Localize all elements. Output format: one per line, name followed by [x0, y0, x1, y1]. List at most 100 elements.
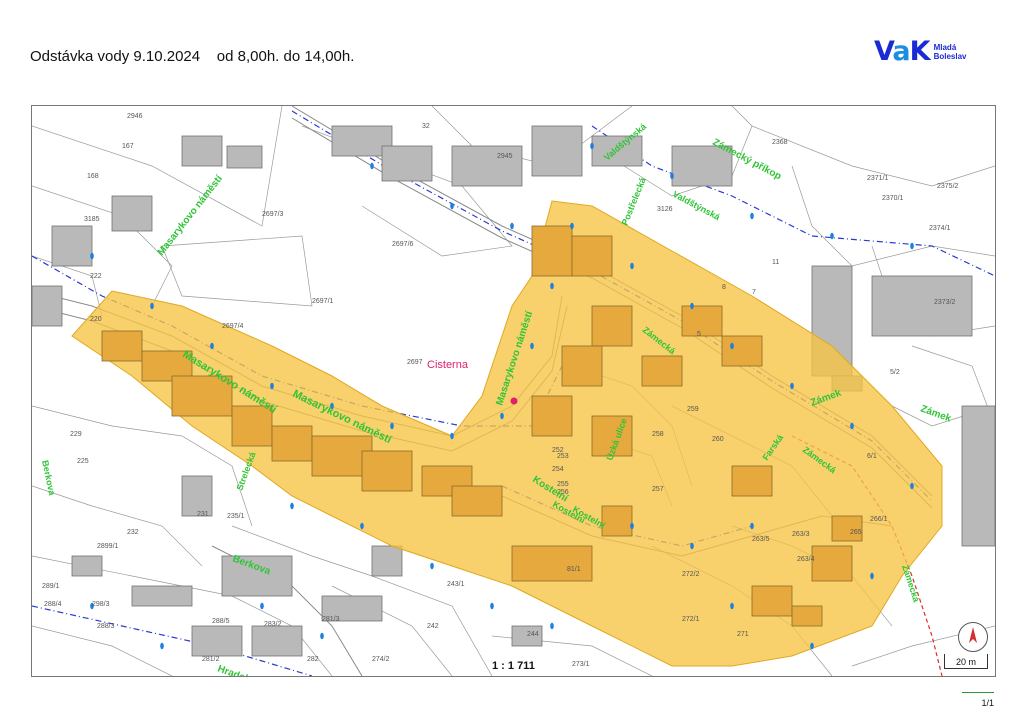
parcel-number: 244 [527, 631, 539, 638]
valve-icon [150, 302, 154, 310]
parcel-number: 257 [652, 486, 664, 493]
page-number: 1/1 [962, 692, 994, 708]
parcel-number: 2373/2 [934, 299, 956, 306]
logo-line-1: Mladá [933, 42, 957, 52]
scale-ratio: 1 : 1 711 [490, 660, 537, 672]
parcel-number: 2368 [772, 139, 788, 146]
parcel-number: 235/1 [227, 513, 245, 520]
valve-icon [910, 242, 914, 250]
parcel-number: 265 [850, 529, 862, 536]
valve-icon [450, 202, 454, 210]
parcel-number: 2370/1 [882, 195, 904, 202]
valve-icon [290, 502, 294, 510]
parcel-number: 254 [552, 466, 564, 473]
valve-icon [160, 642, 164, 650]
parcel-number: 259 [687, 406, 699, 413]
parcel-number: 6/1 [867, 453, 877, 460]
street-label: Hradební [216, 663, 262, 676]
parcel-number: 229 [70, 431, 82, 438]
parcel-number: 283/2 [264, 621, 282, 628]
parcel-number: 232 [127, 529, 139, 536]
parcel-number: 272/1 [682, 616, 700, 623]
parcel-number: 8 [722, 284, 726, 291]
valve-icon [870, 572, 874, 580]
street-label: Berkova [40, 459, 57, 497]
outage-map[interactable]: 2946 167 168 3185 2697/3 2697/6 2697/1 2697/4 26… [31, 105, 996, 677]
parcel-number: 2374/1 [929, 225, 951, 232]
parcel-number: 2697/6 [392, 241, 414, 248]
parcel-number: 81/1 [567, 566, 581, 573]
parcel-number: 2697 [407, 359, 423, 366]
logo-mark: VaK [874, 36, 931, 67]
outage-zone [71, 200, 943, 667]
parcel-number: 3185 [84, 216, 100, 223]
valve-icon [670, 172, 674, 180]
valve-icon [370, 162, 374, 170]
valve-icon [360, 522, 364, 530]
cisterna-label: Cisterna [427, 359, 469, 371]
parcel-number: 271 [737, 631, 749, 638]
valve-icon [490, 602, 494, 610]
valve-icon [450, 432, 454, 440]
street-label: Valdštýnská [671, 189, 723, 223]
cisterna-marker [510, 397, 518, 405]
valve-icon [690, 302, 694, 310]
parcel-number: 253 [557, 453, 569, 460]
vak-logo: VaK Mladá Boleslav [874, 36, 967, 67]
parcel-number: 220 [90, 316, 102, 323]
valve-icon [590, 142, 594, 150]
parcel-number: 2371/1 [867, 175, 889, 182]
valve-icon [690, 542, 694, 550]
parcel-number: 225 [77, 458, 89, 465]
valve-icon [430, 562, 434, 570]
valve-icon [630, 522, 634, 530]
parcel-number: 272/2 [682, 571, 700, 578]
parcel-number: 2899/1 [97, 543, 119, 550]
valve-icon [500, 412, 504, 420]
valve-icon [550, 622, 554, 630]
parcel-number: 167 [122, 143, 134, 150]
valve-icon [210, 342, 214, 350]
street-label: Masarykovo náměstí [156, 173, 226, 258]
parcel-number: 2375/2 [937, 183, 959, 190]
valve-icon [90, 252, 94, 260]
street-label: Zámecká [900, 564, 922, 605]
parcel-number: 282 [307, 656, 319, 663]
valve-icon [550, 282, 554, 290]
valve-icon [320, 632, 324, 640]
valve-icon [750, 212, 754, 220]
valve-icon [830, 232, 834, 240]
parcel-number: 3126 [657, 206, 673, 213]
parcel-number: 7 [752, 289, 756, 296]
parcel-number: 2946 [127, 113, 143, 120]
valve-icon [570, 222, 574, 230]
north-arrow-icon [958, 622, 988, 652]
valve-icon [850, 422, 854, 430]
valve-icon [260, 602, 264, 610]
parcel-number: 289/1 [42, 583, 60, 590]
parcel-number: 168 [87, 173, 99, 180]
parcel-number: 281/3 [322, 616, 340, 623]
logo-line-2: Boleslav [933, 51, 967, 61]
parcel-number: 263/3 [792, 531, 810, 538]
parcel-number: 11 [772, 259, 779, 266]
street-label: Postřelecká [620, 175, 649, 227]
parcel-number: 274/2 [372, 656, 390, 663]
parcel-number: 5/2 [890, 369, 900, 376]
parcel-number: 260 [712, 436, 724, 443]
street-label: Zámek [919, 403, 953, 424]
parcel-number: 5 [697, 331, 701, 338]
parcel-number: 243/1 [447, 581, 465, 588]
parcel-number: 255 [557, 481, 569, 488]
parcel-number: 2945 [497, 153, 513, 160]
valve-icon [810, 642, 814, 650]
parcel-number: 288/4 [44, 601, 62, 608]
parcel-number: 281/2 [202, 656, 220, 663]
parcel-number: 288/3 [97, 623, 115, 630]
valve-icon [510, 222, 514, 230]
page-title: Odstávka vody 9.10.2024 od 8,00h. do 14,… [30, 48, 355, 65]
valve-icon [270, 382, 274, 390]
parcel-number: 222 [90, 273, 102, 280]
valve-icon [750, 522, 754, 530]
logo-subtitle: Mladá Boleslav [934, 43, 967, 61]
